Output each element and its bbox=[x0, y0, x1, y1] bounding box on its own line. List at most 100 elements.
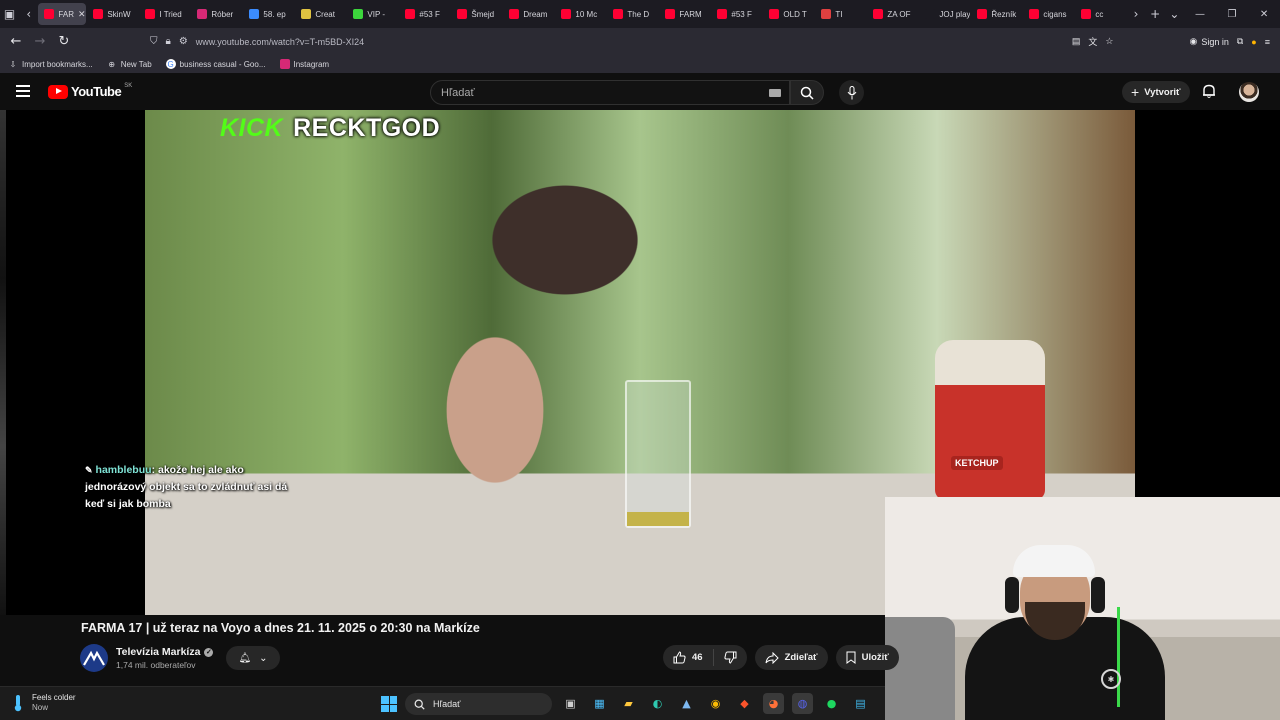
bookmark-instagram[interactable]: Instagram bbox=[279, 59, 329, 69]
spotify-icon[interactable]: ● bbox=[821, 693, 842, 714]
permissions-icon[interactable]: ⚙ bbox=[179, 36, 188, 47]
file-explorer-icon[interactable]: ▰ bbox=[618, 693, 639, 714]
tab-favicon-icon bbox=[561, 9, 572, 19]
sign-in-button[interactable]: ◉ Sign in bbox=[1189, 36, 1228, 47]
firefox-icon[interactable]: ◕ bbox=[763, 693, 784, 714]
browser-tab[interactable]: Šmejd bbox=[451, 3, 502, 25]
shield-icon[interactable]: ⛉ bbox=[150, 36, 158, 47]
chrome-icon[interactable]: ◉ bbox=[705, 693, 726, 714]
reload-icon[interactable]: ↻ bbox=[52, 30, 76, 54]
dislike-button[interactable] bbox=[714, 651, 747, 664]
tab-label: cc bbox=[1095, 9, 1104, 19]
tab-overflow-icon[interactable]: ⌄ bbox=[1165, 3, 1184, 25]
taskbar-pinned-apps: ▣ ▦ ▰ ◐ ▲ ◉ ◆ ◕ ◍ ● ▤ bbox=[560, 693, 871, 714]
browser-tab[interactable]: JOJ play bbox=[919, 3, 970, 25]
translate-icon[interactable]: 文 bbox=[1088, 35, 1097, 48]
maximize-icon[interactable]: ❐ bbox=[1216, 9, 1248, 20]
browser-tab[interactable]: The D bbox=[607, 3, 658, 25]
bookmark-star-icon[interactable]: ☆ bbox=[1105, 36, 1113, 47]
bookmark-business-casual[interactable]: Gbusiness casual - Goo... bbox=[165, 59, 266, 69]
browser-tab[interactable]: I Tried bbox=[139, 3, 190, 25]
browser-tab[interactable]: #53 F bbox=[711, 3, 762, 25]
guide-menu-icon[interactable] bbox=[16, 85, 30, 97]
close-tab-icon[interactable]: ✕ bbox=[78, 9, 86, 20]
url-text[interactable]: www.youtube.com/watch?v=T-m5BD-XI24 bbox=[196, 37, 364, 47]
share-button[interactable]: Zdieľať bbox=[754, 645, 828, 670]
photos-icon[interactable]: ▲ bbox=[676, 693, 697, 714]
back-icon[interactable]: ← bbox=[4, 30, 28, 54]
channel-name[interactable]: Televízia Markíza bbox=[116, 646, 200, 658]
subscriber-count: 1,74 mil. odberateľov bbox=[116, 660, 196, 670]
create-button[interactable]: + Vytvoriť bbox=[1122, 81, 1190, 103]
bookmark-import[interactable]: ⇩ Import bookmarks... bbox=[8, 59, 93, 69]
browser-tab[interactable]: #53 F bbox=[399, 3, 450, 25]
google-icon: G bbox=[165, 59, 176, 69]
tab-list-icon[interactable]: ▣ bbox=[0, 3, 19, 25]
forward-icon[interactable]: → bbox=[28, 30, 52, 54]
close-window-icon[interactable]: ✕ bbox=[1248, 9, 1280, 20]
browser-tab[interactable]: Róber bbox=[191, 3, 242, 25]
windows-taskbar: Feels colder Now Hľadať ▣ ▦ ▰ ◐ ▲ ◉ ◆ ◕ … bbox=[0, 686, 885, 720]
address-bar[interactable]: ⛉ 🔒︎ ⚙ www.youtube.com/watch?v=T-m5BD-XI… bbox=[150, 31, 1070, 52]
browser-tab[interactable]: cc bbox=[1075, 3, 1126, 25]
notepad-icon[interactable]: ▤ bbox=[850, 693, 871, 714]
browser-tab[interactable]: Dream bbox=[503, 3, 554, 25]
keyboard-icon[interactable] bbox=[769, 89, 781, 97]
discord-icon[interactable]: ◍ bbox=[792, 693, 813, 714]
browser-tab[interactable]: 58. ep bbox=[243, 3, 294, 25]
tab-label: #53 F bbox=[731, 9, 752, 19]
reader-view-icon[interactable]: ▤ bbox=[1072, 36, 1081, 47]
browser-tab[interactable]: TI bbox=[815, 3, 866, 25]
notifications-bell-icon[interactable] bbox=[1201, 83, 1217, 99]
chat-username: hamblebuu bbox=[95, 464, 152, 476]
browser-tab[interactable]: Creat bbox=[295, 3, 346, 25]
browser-tab[interactable]: SkinW bbox=[87, 3, 138, 25]
subscription-notifications-button[interactable]: 🔔︎ ⌄ bbox=[226, 646, 280, 670]
weather-widget[interactable]: Feels colder Now bbox=[12, 693, 76, 713]
tab-favicon-icon bbox=[769, 9, 780, 19]
edge-icon[interactable]: ◐ bbox=[647, 693, 668, 714]
browser-tab[interactable]: 10 Mc bbox=[555, 3, 606, 25]
search-input[interactable]: Hľadať bbox=[430, 80, 790, 105]
tab-label: I Tried bbox=[159, 9, 182, 19]
search-icon bbox=[800, 86, 814, 100]
voice-search-button[interactable] bbox=[839, 80, 864, 105]
webcam-overlay: ✱ bbox=[885, 497, 1280, 720]
save-button[interactable]: Uložiť bbox=[835, 645, 899, 670]
profile-colors-icon[interactable]: ● bbox=[1251, 37, 1256, 47]
search-button[interactable] bbox=[790, 80, 824, 105]
tab-favicon-icon bbox=[457, 9, 468, 19]
like-button[interactable]: 46 bbox=[663, 649, 714, 666]
task-view-icon[interactable]: ▣ bbox=[560, 693, 581, 714]
browser-tab[interactable]: cigans bbox=[1023, 3, 1074, 25]
taskbar-search[interactable]: Hľadať bbox=[405, 693, 552, 715]
new-tab-icon[interactable]: + bbox=[1146, 3, 1165, 25]
account-avatar[interactable] bbox=[1239, 82, 1259, 102]
browser-tab[interactable]: FARM bbox=[659, 3, 710, 25]
scroll-tabs-right-icon[interactable]: › bbox=[1126, 3, 1145, 25]
stream-watermark: KICK RECKTGOD bbox=[220, 114, 440, 143]
verified-icon: ✓ bbox=[204, 647, 214, 657]
instagram-icon bbox=[279, 59, 290, 69]
extensions-icon[interactable]: ⧉ bbox=[1237, 36, 1243, 47]
browser-tab[interactable]: FAR ✕ bbox=[38, 3, 87, 25]
tab-favicon-icon bbox=[145, 9, 156, 19]
browser-tab[interactable]: Řezník bbox=[971, 3, 1022, 25]
bookmark-new-tab[interactable]: ⊕ New Tab bbox=[107, 59, 152, 69]
store-icon[interactable]: ▦ bbox=[589, 693, 610, 714]
browser-tab[interactable]: VIP - bbox=[347, 3, 398, 25]
browser-tab[interactable]: OLD T bbox=[763, 3, 814, 25]
start-button[interactable] bbox=[381, 696, 397, 712]
tab-label: Řezník bbox=[991, 9, 1017, 19]
stream-chat-message: ✎ hamblebuu: akože hej ale ako jednorázov… bbox=[85, 462, 305, 513]
menu-icon[interactable]: ≡ bbox=[1265, 37, 1270, 47]
brave-icon[interactable]: ◆ bbox=[734, 693, 755, 714]
browser-tab[interactable]: ZA OF bbox=[867, 3, 918, 25]
scroll-tabs-left-icon[interactable]: ‹ bbox=[19, 3, 38, 25]
lock-icon[interactable]: 🔒︎ bbox=[166, 36, 171, 47]
minimize-icon[interactable]: — bbox=[1184, 9, 1216, 20]
bookmark-label: New Tab bbox=[120, 59, 152, 69]
channel-avatar[interactable] bbox=[80, 644, 108, 672]
tab-label: VIP - bbox=[367, 9, 386, 19]
youtube-logo[interactable]: YouTube SK bbox=[48, 83, 132, 99]
